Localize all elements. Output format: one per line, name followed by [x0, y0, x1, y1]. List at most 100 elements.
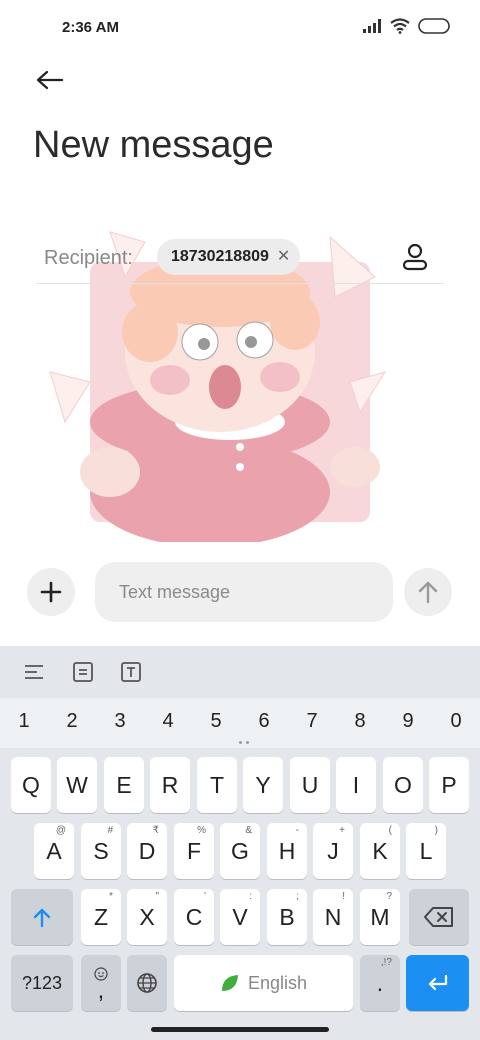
emoji-comma-key[interactable]: ,: [81, 955, 121, 1011]
status-bar: 2:36 AM: [0, 0, 480, 56]
key-w[interactable]: W: [57, 757, 97, 813]
back-button[interactable]: [30, 62, 70, 98]
arrow-left-icon: [36, 70, 64, 90]
recipient-label: Recipient:: [44, 247, 133, 269]
key-s[interactable]: # S: [81, 823, 121, 879]
key-4[interactable]: 4: [156, 710, 180, 733]
key-c[interactable]: ' C: [174, 889, 214, 945]
shift-key[interactable]: [11, 889, 73, 945]
key-l[interactable]: ) L: [406, 823, 446, 879]
keyboard-toolbar: [0, 646, 480, 698]
send-button[interactable]: [404, 568, 452, 616]
key-t[interactable]: T: [197, 757, 237, 813]
key-j[interactable]: + J: [313, 823, 353, 879]
period-key-hint: ,!?: [380, 957, 392, 968]
compose-row: Text message: [0, 560, 480, 626]
key-o[interactable]: O: [383, 757, 423, 813]
key-k-hint: (: [388, 825, 392, 836]
key-b[interactable]: ; B: [267, 889, 307, 945]
home-indicator[interactable]: [151, 1027, 329, 1032]
status-time: 2:36 AM: [62, 19, 119, 36]
key-g[interactable]: & G: [220, 823, 260, 879]
key-f-hint: %: [197, 825, 206, 836]
key-p[interactable]: P: [429, 757, 469, 813]
key-6[interactable]: 6: [252, 710, 276, 733]
key-z-label: Z: [93, 903, 109, 930]
key-0[interactable]: 0: [444, 710, 468, 733]
key-s-hint: #: [107, 825, 113, 836]
symbols-key[interactable]: ?123: [11, 955, 73, 1011]
key-c-label: C: [185, 903, 203, 930]
key-x[interactable]: " X: [127, 889, 167, 945]
key-q[interactable]: Q: [11, 757, 51, 813]
key-g-hint: &: [245, 825, 252, 836]
key-h-label: H: [278, 837, 296, 864]
key-9[interactable]: 9: [396, 710, 420, 733]
key-r[interactable]: R: [150, 757, 190, 813]
key-8[interactable]: 8: [348, 710, 372, 733]
key-j-label: J: [327, 837, 339, 864]
key-y[interactable]: Y: [243, 757, 283, 813]
key-m[interactable]: ? M: [360, 889, 400, 945]
language-key[interactable]: [127, 955, 167, 1011]
person-icon: [402, 243, 428, 271]
clipboard-icon[interactable]: [71, 660, 95, 684]
key-c-hint: ': [204, 891, 206, 902]
key-n-hint: !: [342, 891, 345, 902]
attach-button[interactable]: [27, 568, 75, 616]
key-b-hint: ;: [296, 891, 299, 902]
key-l-label: L: [419, 837, 433, 864]
signal-icon: [363, 19, 381, 33]
key-a-hint: @: [55, 825, 66, 836]
key-n[interactable]: ! N: [313, 889, 353, 945]
globe-icon: [137, 973, 157, 993]
close-icon[interactable]: ✕: [277, 249, 290, 265]
key-5[interactable]: 5: [204, 710, 228, 733]
text-format-icon[interactable]: [119, 660, 143, 684]
key-2[interactable]: 2: [60, 710, 84, 733]
period-key-label: .: [376, 969, 384, 996]
period-key[interactable]: ,!?.: [360, 955, 400, 1011]
key-f-label: F: [186, 837, 202, 864]
battery-icon: [418, 18, 450, 34]
key-f[interactable]: % F: [174, 823, 214, 879]
leaf-icon: [221, 975, 238, 991]
key-7[interactable]: 7: [300, 710, 324, 733]
key-n-label: N: [324, 903, 342, 930]
key-d[interactable]: ₹ D: [127, 823, 167, 879]
key-1[interactable]: 1: [12, 710, 36, 733]
key-v[interactable]: :V: [220, 889, 260, 945]
key-k[interactable]: (K: [360, 823, 400, 879]
key-h-hint: -: [295, 825, 299, 836]
key-j-hint: +: [339, 825, 345, 836]
space-key[interactable]: English: [174, 955, 353, 1011]
key-v-hint: :: [249, 891, 252, 902]
key-m-label: M: [370, 903, 390, 930]
key-i[interactable]: I: [336, 757, 376, 813]
backspace-icon: [424, 907, 453, 927]
key-x-label: X: [139, 903, 155, 930]
enter-key[interactable]: [406, 955, 469, 1011]
message-input[interactable]: Text message: [95, 562, 393, 622]
key-a[interactable]: @ A: [34, 823, 74, 879]
key-e[interactable]: E: [104, 757, 144, 813]
key-h[interactable]: -H: [267, 823, 307, 879]
menu-lines-icon[interactable]: [22, 660, 46, 684]
key-m-hint: ?: [386, 891, 392, 902]
key-l-hint: ): [434, 825, 438, 836]
contacts-button[interactable]: [400, 242, 430, 272]
key-3[interactable]: 3: [108, 710, 132, 733]
status-icons: [362, 18, 450, 34]
key-z[interactable]: * Z: [81, 889, 121, 945]
comma-label: ,: [97, 977, 105, 1003]
recipient-chip[interactable]: 18730218809 ✕: [157, 239, 301, 275]
page-indicator: [236, 741, 252, 747]
key-v-label: V: [232, 903, 248, 930]
key-d-label: D: [138, 837, 156, 864]
enter-icon: [428, 974, 447, 991]
arrow-up-icon: [418, 581, 438, 604]
backspace-key[interactable]: [409, 889, 469, 945]
key-u[interactable]: U: [290, 757, 330, 813]
key-k-label: K: [372, 837, 388, 864]
recipient-chip-text: 18730218809: [171, 248, 269, 265]
